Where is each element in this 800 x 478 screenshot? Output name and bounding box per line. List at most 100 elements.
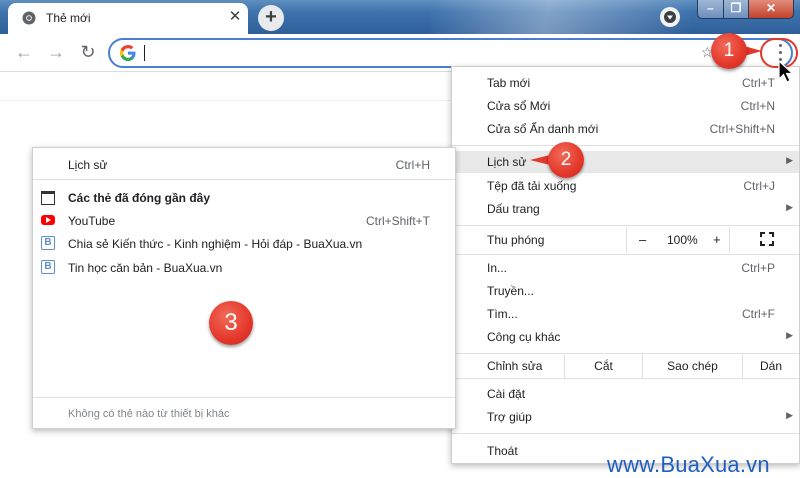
menu-item-new-incognito-window[interactable]: Cửa sổ Ẩn danh mới Ctrl+Shift+N [452, 118, 799, 140]
menu-item-label: Công cụ khác [487, 330, 561, 344]
submenu-separator [33, 397, 455, 398]
close-icon: ✕ [765, 1, 777, 15]
menu-item-history[interactable]: Lịch sử ▶ [452, 151, 799, 173]
step-badge-1: 1 [711, 33, 747, 69]
menu-item-find[interactable]: Tìm... Ctrl+F [452, 303, 799, 325]
fullscreen-icon[interactable] [760, 232, 774, 246]
submenu-arrow-icon: ▶ [786, 410, 793, 420]
submenu-item-label: Lịch sử [68, 158, 108, 172]
menu-item-shortcut: Ctrl+P [741, 261, 775, 275]
submenu-arrow-icon: ▶ [786, 202, 793, 212]
minimize-button[interactable]: – [697, 0, 724, 19]
new-tab-button[interactable]: + [258, 5, 284, 31]
step-badge-2: 2 [548, 142, 584, 178]
submenu-arrow-icon: ▶ [786, 155, 793, 165]
close-window-button[interactable]: ✕ [748, 0, 794, 19]
chrome-icon [22, 11, 36, 25]
menu-separator [452, 145, 799, 146]
menu-item-bookmarks[interactable]: Dấu trang ▶ [452, 198, 799, 220]
cut-button[interactable]: Cắt [564, 354, 642, 378]
menu-separator [452, 254, 799, 255]
menu-separator [452, 433, 799, 434]
maximize-icon: ❐ [730, 1, 742, 15]
menu-item-new-tab[interactable]: Tab mới Ctrl+T [452, 72, 799, 94]
tab-new-tab[interactable]: Thẻ mới ✕ [8, 3, 248, 34]
edit-label: Chỉnh sửa [487, 359, 543, 373]
zoom-level: 100% [667, 233, 698, 247]
reload-button[interactable]: ↻ [76, 40, 100, 64]
menu-edit-row: Chỉnh sửa Cắt Sao chép Dán [452, 354, 799, 378]
address-bar[interactable]: ☆ [108, 38, 793, 68]
window-titlebar: Thẻ mới ✕ + – ❐ ✕ [0, 0, 800, 34]
tab-close-icon[interactable]: ✕ [226, 8, 244, 26]
page-divider [0, 100, 455, 101]
profile-dropdown-icon[interactable] [660, 7, 680, 27]
submenu-separator [33, 179, 455, 180]
menu-item-shortcut: Ctrl+N [740, 99, 775, 113]
submenu-item-shortcut: Ctrl+Shift+T [365, 214, 430, 228]
chrome-menu: Tab mới Ctrl+T Cửa sổ Mới Ctrl+N Cửa sổ … [451, 66, 800, 464]
menu-item-shortcut: Ctrl+Shift+N [709, 122, 775, 136]
badge-2-pointer [530, 155, 550, 165]
submenu-item-buaxua-home[interactable]: B Chia sẻ Kiến thức - Kinh nghiệm - Hỏi … [33, 232, 455, 254]
menu-item-shortcut: Ctrl+J [743, 179, 775, 193]
back-button[interactable]: ← [12, 40, 36, 64]
menu-item-label: Lịch sử [487, 155, 527, 169]
menu-item-shortcut: Ctrl+T [742, 76, 775, 90]
menu-item-more-tools[interactable]: Công cụ khác ▶ [452, 326, 799, 348]
history-submenu: Lịch sử Ctrl+H Các thẻ đã đóng gần đây Y… [32, 147, 456, 429]
submenu-item-buaxua-basics[interactable]: B Tin học căn bản - BuaXua.vn [33, 256, 455, 278]
menu-item-downloads[interactable]: Tệp đã tải xuống Ctrl+J [452, 175, 799, 197]
menu-item-label: Trợ giúp [487, 410, 532, 424]
submenu-item-label: Chia sẻ Kiến thức - Kinh nghiệm - Hỏi đá… [68, 237, 363, 251]
menu-item-print[interactable]: In... Ctrl+P [452, 257, 799, 279]
menu-item-settings[interactable]: Cài đặt [452, 383, 799, 405]
minimize-icon: – [707, 1, 714, 15]
step-badge-3: 3 [209, 301, 253, 345]
submenu-item-shortcut: Ctrl+H [395, 158, 430, 172]
menu-item-label: Tìm... [487, 307, 518, 321]
zoom-label: Thu phóng [487, 233, 545, 247]
menu-item-help[interactable]: Trợ giúp ▶ [452, 406, 799, 428]
text-caret [144, 45, 145, 61]
zoom-out-button[interactable]: – [639, 232, 646, 247]
menu-item-shortcut: Ctrl+F [742, 307, 775, 321]
menu-item-label: In... [487, 261, 508, 275]
menu-separator [452, 225, 799, 226]
menu-zoom-row: Thu phóng – 100% + [452, 227, 799, 253]
tab-title: Thẻ mới [46, 11, 91, 25]
mouse-cursor-icon [778, 60, 794, 83]
menu-item-label: Truyền... [487, 284, 534, 298]
google-icon [120, 45, 136, 61]
titlebar-glare [430, 0, 690, 34]
menu-separator [452, 378, 799, 379]
menu-item-new-window[interactable]: Cửa sổ Mới Ctrl+N [452, 95, 799, 117]
youtube-icon [41, 213, 55, 227]
menu-item-label: Cửa sổ Mới [487, 99, 551, 113]
copy-button[interactable]: Sao chép [642, 354, 742, 378]
recently-closed-label: Các thẻ đã đóng gần đây [68, 191, 211, 205]
submenu-item-label: YouTube [68, 214, 116, 228]
maximize-button[interactable]: ❐ [723, 0, 749, 19]
menu-item-label: Thoát [487, 444, 518, 458]
recently-closed-heading: Các thẻ đã đóng gần đây [33, 186, 455, 208]
menu-item-label: Tệp đã tải xuống [487, 179, 577, 193]
forward-button[interactable]: → [44, 40, 68, 64]
submenu-item-history[interactable]: Lịch sử Ctrl+H [33, 153, 455, 175]
menu-item-label: Dấu trang [487, 202, 540, 216]
menu-item-label: Tab mới [487, 76, 531, 90]
tab-icon [41, 191, 55, 205]
submenu-item-label: Tin học căn bản - BuaXua.vn [68, 261, 223, 275]
other-devices-note: Không có thẻ nào từ thiết bị khác [68, 408, 230, 420]
buaxua-icon: B [41, 236, 55, 250]
zoom-controls: – 100% + [626, 227, 730, 253]
zoom-in-button[interactable]: + [713, 232, 721, 247]
site-watermark: www.BuaXua.vn [607, 452, 770, 477]
menu-item-label: Cài đặt [487, 387, 526, 401]
menu-item-cast[interactable]: Truyền... [452, 280, 799, 302]
buaxua-icon: B [41, 260, 55, 274]
paste-button[interactable]: Dán [742, 354, 799, 378]
submenu-arrow-icon: ▶ [786, 330, 793, 340]
menu-item-label: Cửa sổ Ẩn danh mới [487, 122, 599, 136]
submenu-item-youtube[interactable]: YouTube Ctrl+Shift+T [33, 209, 455, 231]
